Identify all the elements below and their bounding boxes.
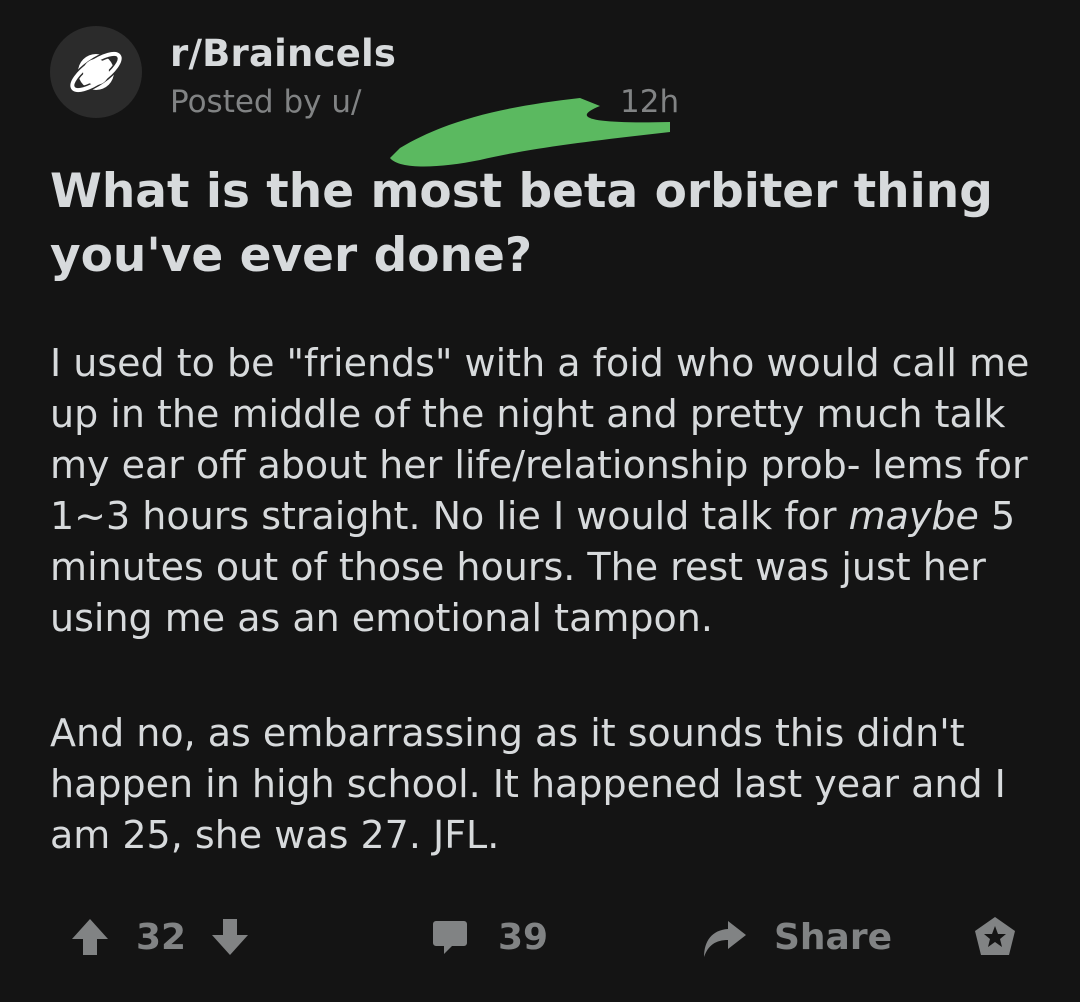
share-arrow-icon — [700, 913, 748, 961]
award-icon — [972, 914, 1018, 960]
vote-controls: 32 — [68, 905, 252, 969]
award-button[interactable] — [972, 905, 1018, 969]
planet-icon[interactable] — [50, 26, 142, 118]
post-body-paragraph-1: I used to be "friends" with a foid who w… — [50, 338, 1050, 644]
post-header: r/Braincels Posted by u/ 12h — [50, 26, 750, 167]
subreddit-name[interactable]: r/Braincels — [170, 32, 396, 75]
comment-count: 39 — [498, 916, 549, 958]
share-button[interactable]: Share — [700, 905, 892, 969]
arrow-up-icon[interactable] — [68, 915, 112, 959]
vote-count: 32 — [136, 916, 187, 958]
post-title[interactable]: What is the most beta orbiter thing you'… — [50, 160, 1040, 288]
post-action-bar: 32 39 Share — [0, 905, 1080, 969]
arrow-down-icon[interactable] — [208, 915, 252, 959]
comment-bubble-icon — [430, 917, 470, 957]
body-text-emphasis: maybe — [848, 494, 979, 538]
posted-by-label[interactable]: Posted by u/ — [170, 84, 361, 120]
post-body-paragraph-2: And no, as embarrassing as it sounds thi… — [50, 711, 1006, 857]
comments-button[interactable]: 39 — [430, 905, 548, 969]
share-label: Share — [774, 916, 893, 958]
